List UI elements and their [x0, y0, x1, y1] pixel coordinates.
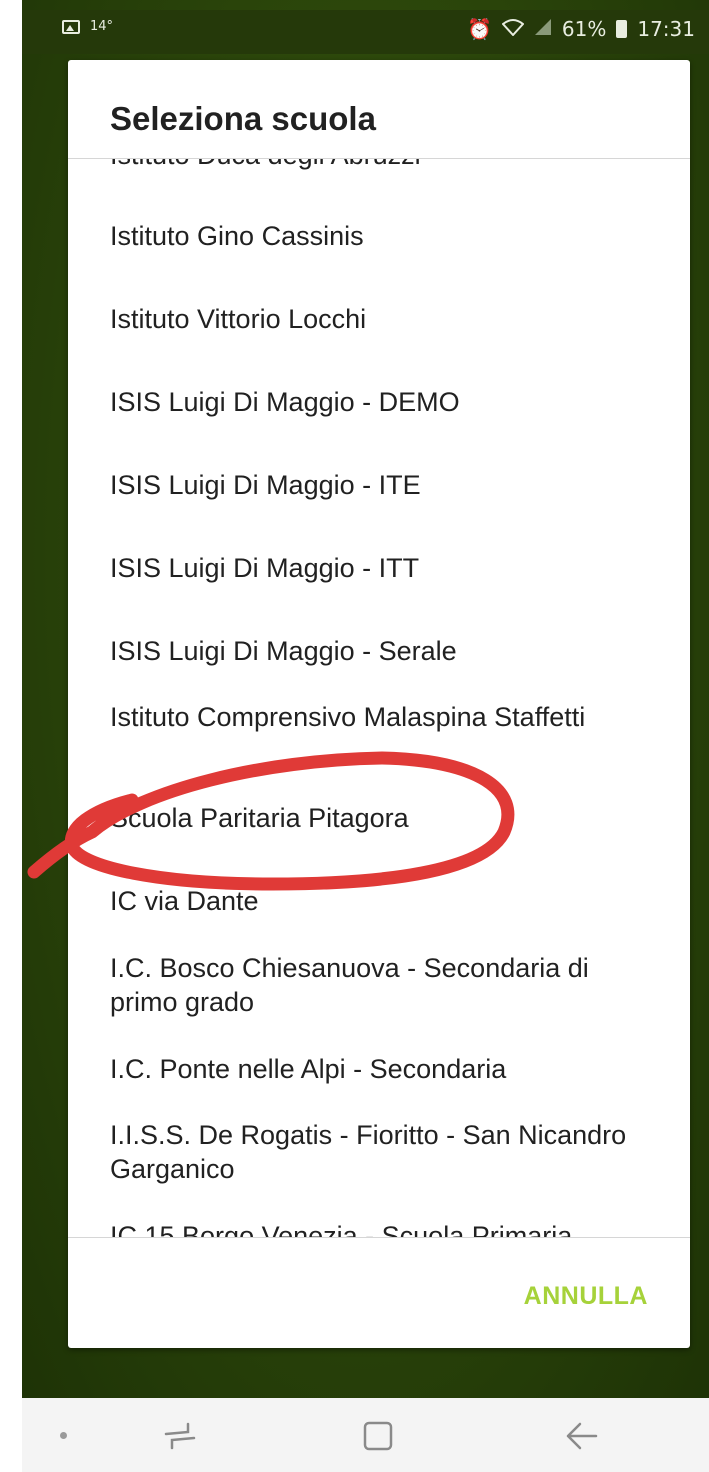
alarm-icon: ⏰: [467, 17, 492, 41]
select-school-dialog: Seleziona scuola Istituto Duca degli Abr…: [68, 60, 690, 1348]
school-item[interactable]: ISIS Luigi Di Maggio - Serale: [110, 634, 630, 668]
back-icon[interactable]: [562, 1418, 602, 1454]
battery-percent: 61%: [561, 17, 607, 41]
recent-apps-icon[interactable]: [160, 1418, 200, 1454]
school-item[interactable]: ISIS Luigi Di Maggio - ITT: [110, 551, 630, 585]
temperature-text: 14°: [90, 19, 114, 34]
signal-icon: [534, 17, 552, 41]
school-item[interactable]: IC via Dante: [110, 884, 630, 918]
school-item-highlighted[interactable]: Scuola Paritaria Pitagora: [110, 801, 630, 835]
school-item[interactable]: I.I.S.S. De Rogatis - Fioritto - San Nic…: [110, 1118, 630, 1186]
clock-time: 17:31: [637, 17, 695, 41]
cancel-button[interactable]: ANNULLA: [524, 1282, 648, 1311]
school-item[interactable]: I.C. Bosco Chiesanuova - Secondaria di p…: [110, 951, 630, 1019]
gallery-notification-icon: [62, 19, 80, 34]
dialog-title: Seleziona scuola: [110, 100, 376, 137]
school-item[interactable]: ISIS Luigi Di Maggio - DEMO: [110, 385, 630, 419]
phone-screen: 14° ⏰ 61% 17:31 Seleziona scuola Istitut…: [22, 0, 709, 1472]
school-item[interactable]: Istituto Vittorio Locchi: [110, 302, 630, 336]
buttons-divider: [68, 1237, 690, 1238]
school-item[interactable]: ISIS Luigi Di Maggio - ITE: [110, 468, 630, 502]
nav-indicator-dot: [60, 1432, 67, 1439]
school-item[interactable]: Istituto Gino Cassinis: [110, 219, 630, 253]
school-item[interactable]: Istituto Duca degli Abruzzi: [110, 159, 630, 172]
home-icon[interactable]: [358, 1418, 398, 1454]
school-item[interactable]: Istituto Comprensivo Malaspina Staffetti: [110, 700, 630, 734]
battery-icon: [616, 20, 628, 38]
navigation-bar: [22, 1398, 709, 1472]
status-bar: 14° ⏰ 61% 17:31: [22, 10, 709, 54]
wifi-icon: [501, 17, 525, 41]
school-item[interactable]: I.C. Ponte nelle Alpi - Secondaria: [110, 1052, 630, 1086]
school-item[interactable]: IC 15 Borgo Venezia - Scuola Primaria: [110, 1219, 630, 1237]
school-list[interactable]: Istituto Duca degli Abruzzi Istituto Gin…: [68, 159, 690, 1237]
